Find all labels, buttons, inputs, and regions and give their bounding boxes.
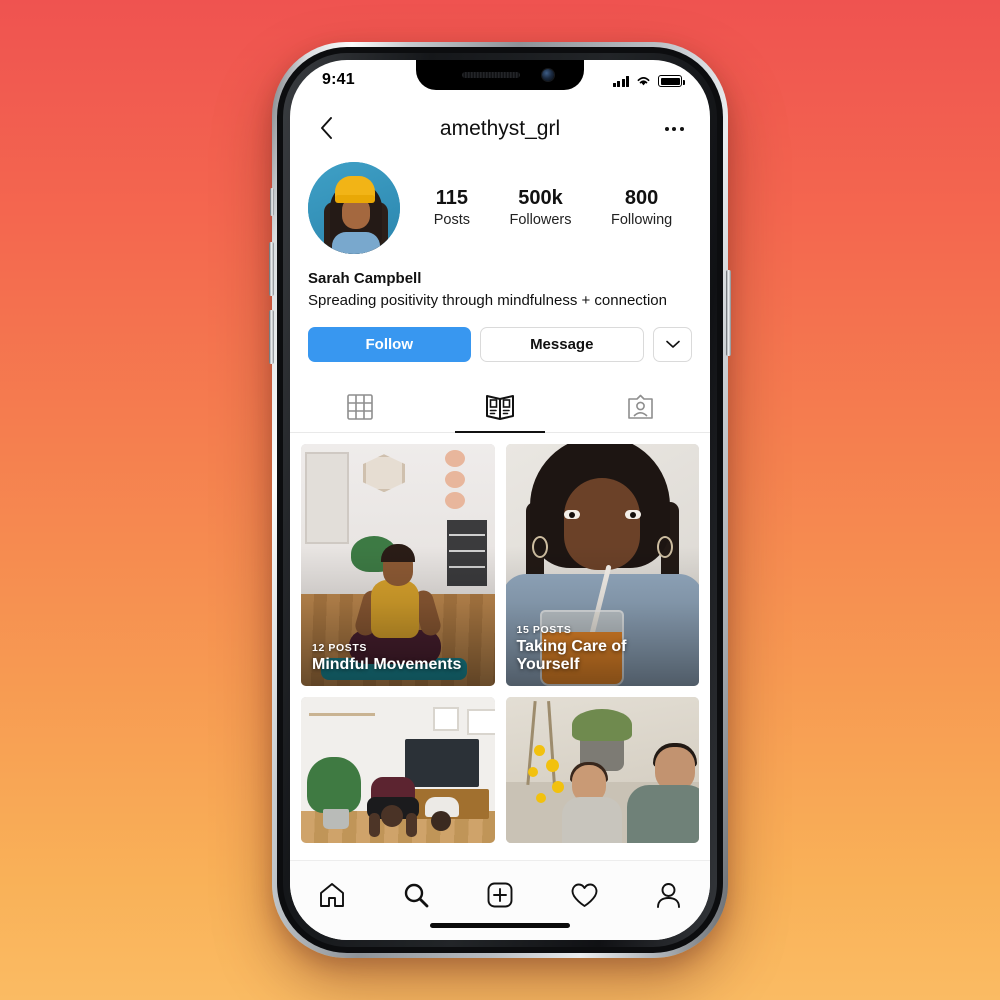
back-button[interactable] xyxy=(308,110,344,146)
stat-value: 115 xyxy=(435,186,468,209)
profile-bio: Sarah Campbell Spreading positivity thro… xyxy=(290,254,710,311)
guide-title: Taking Care of Yourself xyxy=(516,637,627,674)
profile-actions: Follow Message xyxy=(290,311,710,363)
guide-card[interactable]: 12 POSTS Mindful Movements xyxy=(301,444,495,687)
status-indicators xyxy=(612,73,685,87)
bottom-tab-bar xyxy=(290,860,710,940)
phone-device: 9:41 amethyst_grl 115 Posts 500k Followe… xyxy=(269,42,731,958)
chevron-left-icon xyxy=(320,117,332,139)
volume-down-button[interactable] xyxy=(269,310,274,364)
home-indicator[interactable] xyxy=(430,923,570,928)
stat-label: Following xyxy=(610,211,673,228)
stat-value: 800 xyxy=(624,186,659,209)
guide-card[interactable]: 15 POSTS Taking Care of Yourself xyxy=(505,444,699,687)
guide-post-count: 15 POSTS xyxy=(516,623,572,636)
guide-post-count: 12 POSTS xyxy=(312,642,367,655)
tabbar-search-button[interactable] xyxy=(389,875,443,915)
tab-tagged[interactable] xyxy=(570,382,710,432)
chevron-down-icon xyxy=(665,340,680,348)
tabbar-activity-button[interactable] xyxy=(557,875,611,915)
tabbar-profile-button[interactable] xyxy=(641,875,695,915)
guide-card[interactable] xyxy=(301,697,495,844)
power-button[interactable] xyxy=(726,270,731,356)
follow-button[interactable]: Follow xyxy=(308,327,471,363)
profile-header: 115 Posts 500k Followers 800 Following xyxy=(290,156,710,254)
guides-book-icon xyxy=(486,395,514,421)
guide-caption: 15 POSTS Taking Care of Yourself xyxy=(517,624,690,675)
home-icon xyxy=(320,883,344,907)
guides-grid: 12 POSTS Mindful Movements 15 POSTS Taki… xyxy=(290,433,710,844)
grid-icon xyxy=(347,394,373,420)
tabbar-home-button[interactable] xyxy=(305,875,359,915)
phone-screen: 9:41 amethyst_grl 115 Posts 500k Followe… xyxy=(290,60,710,940)
wifi-icon xyxy=(637,77,650,86)
guide-caption: 12 POSTS Mindful Movements xyxy=(312,642,485,675)
cellular-signal-icon xyxy=(612,76,629,87)
stat-following[interactable]: 800 Following xyxy=(611,186,672,231)
person-icon xyxy=(656,883,680,908)
guide-title: Mindful Movements xyxy=(312,656,462,674)
mute-switch-button[interactable] xyxy=(270,188,274,216)
status-bar: 9:41 xyxy=(290,60,710,102)
avatar-photo xyxy=(308,162,400,254)
stat-followers[interactable]: 500k Followers xyxy=(509,186,571,231)
stat-label: Followers xyxy=(509,211,572,228)
message-button[interactable]: Message xyxy=(479,327,644,363)
bio-text: Spreading positivity through mindfulness… xyxy=(308,291,667,309)
stat-posts[interactable]: 115 Posts xyxy=(434,186,470,231)
volume-up-button[interactable] xyxy=(269,242,274,296)
more-actions-button[interactable] xyxy=(653,327,692,363)
profile-stats: 115 Posts 500k Followers 800 Following xyxy=(400,186,692,231)
avatar[interactable] xyxy=(308,162,400,254)
profile-tabs xyxy=(290,382,710,434)
battery-full-icon xyxy=(658,75,685,87)
plus-square-icon xyxy=(487,882,513,908)
page-title: amethyst_grl xyxy=(439,117,561,140)
guide-photo xyxy=(301,697,495,844)
status-time: 9:41 xyxy=(322,71,355,88)
guide-photo xyxy=(505,697,699,844)
nav-header: amethyst_grl xyxy=(290,102,710,156)
stat-value: 500k xyxy=(518,186,563,209)
tagged-person-icon xyxy=(627,394,653,419)
more-options-button[interactable] xyxy=(656,111,692,147)
tab-guides[interactable] xyxy=(430,382,570,434)
tab-grid[interactable] xyxy=(290,382,430,432)
guide-card[interactable] xyxy=(505,697,699,844)
tabbar-create-button[interactable] xyxy=(473,875,527,915)
stat-label: Posts xyxy=(433,211,470,228)
display-name: Sarah Campbell xyxy=(308,270,422,287)
heart-icon xyxy=(571,883,597,907)
search-icon xyxy=(404,883,429,908)
